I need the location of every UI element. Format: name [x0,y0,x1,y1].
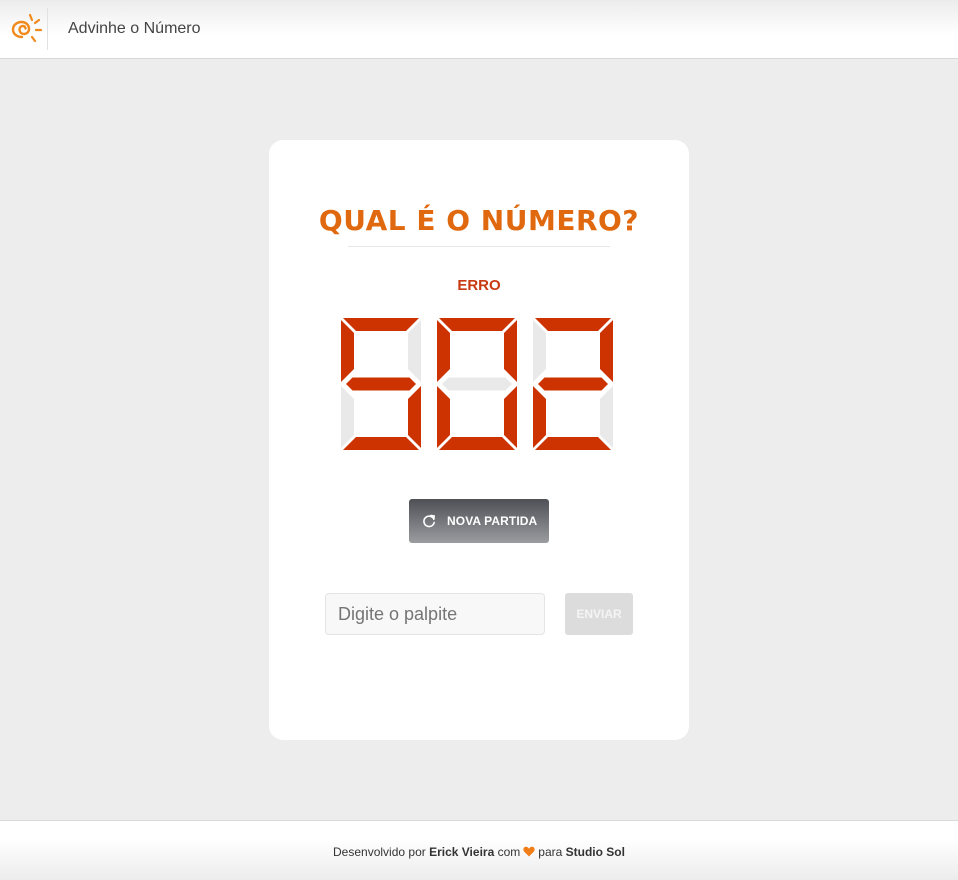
digit-1-segment-a [343,318,419,331]
top-bar: Advinhe o Número [0,0,958,59]
seven-segment-display [341,318,613,450]
guess-input[interactable] [325,593,545,635]
digit-3-segment-b [600,320,613,382]
footer-credits: Desenvolvido por Erick Vieira com para St… [0,845,958,859]
title-underline [348,246,610,247]
app-title: Advinhe o Número [68,20,201,37]
footer: Desenvolvido por Erick Vieira com para St… [0,820,958,880]
footer-prefix: Desenvolvido por [333,845,426,859]
page-title: QUAL É O NÚMERO? [318,204,640,237]
digit-3-segment-d [535,437,611,450]
footer-middle: com [497,845,521,859]
digit-2-segment-a [439,318,515,331]
footer-for: para [538,845,563,859]
heart-icon [523,846,535,857]
digit-3-segment-a [535,318,611,331]
new-game-button[interactable]: NOVA PARTIDA [409,499,549,543]
digit-3-segment-e [533,386,546,448]
refresh-icon [423,514,435,528]
footer-company: Studio Sol [565,845,625,859]
digit-2-segment-b [504,320,517,382]
sun-spiral-icon[interactable] [8,10,48,50]
digit-2-segment-g [442,377,512,391]
digit-1-segment-g [346,377,416,391]
digit-1-segment-b [408,320,421,382]
digit-1-segment-f [341,320,354,382]
digit-3-segment-c [600,386,613,448]
digit-2-segment-e [437,386,450,448]
digit-3-segment-f [533,320,546,382]
digit-2-segment-f [437,320,450,382]
header-divider [47,8,48,50]
send-button[interactable]: ENVIAR [565,593,633,635]
digit-1-segment-c [408,386,421,448]
digit-2-segment-c [504,386,517,448]
digit-1-segment-e [341,386,354,448]
new-game-label: NOVA PARTIDA [447,514,538,528]
digit-2-segment-d [439,437,515,450]
status-label: ERRO [457,277,501,294]
digit-3-segment-g [538,377,608,391]
footer-author: Erick Vieira [429,845,495,859]
digit-1-segment-d [343,437,419,450]
